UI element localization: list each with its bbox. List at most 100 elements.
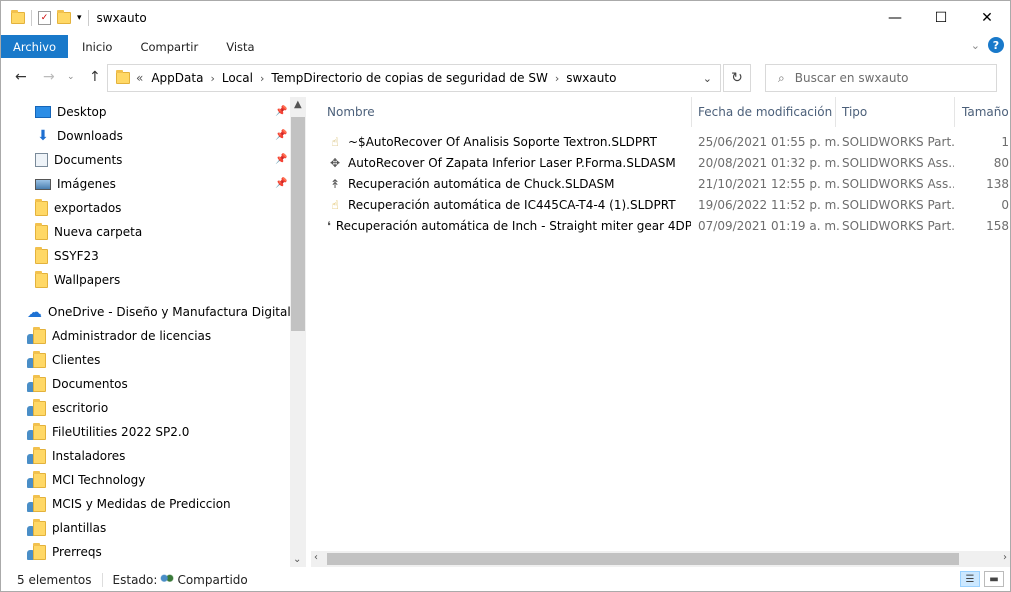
folder-icon bbox=[33, 542, 46, 560]
file-name: Recuperación automática de Chuck.SLDASM bbox=[348, 176, 615, 191]
file-name: ~$AutoRecover Of Analisis Soporte Textro… bbox=[348, 134, 657, 149]
sidebar-item-label: Documentos bbox=[52, 377, 128, 391]
sidebar-item-wallpapers[interactable]: Wallpapers bbox=[35, 268, 120, 292]
folder-icon bbox=[35, 222, 48, 240]
details-view-icon[interactable]: ☰ bbox=[960, 571, 980, 587]
file-row[interactable]: ☝ Recuperación automática de IC445CA-T4-4… bbox=[311, 194, 1010, 215]
maximize-button[interactable]: ☐ bbox=[918, 1, 964, 35]
search-input[interactable]: ⌕ Buscar en swxauto bbox=[765, 64, 997, 92]
breadcrumb-appdata[interactable]: AppData bbox=[151, 71, 203, 85]
forward-arrow-icon[interactable]: → bbox=[43, 69, 55, 85]
folder-icon bbox=[33, 446, 46, 464]
scroll-up-icon[interactable]: ▲ bbox=[294, 99, 302, 110]
sidebar-item-label: escritorio bbox=[52, 401, 109, 415]
file-row[interactable]: ☝ ~$AutoRecover Of Analisis Soporte Textr… bbox=[311, 131, 1010, 152]
sldprt-part-icon: ☝ bbox=[331, 134, 339, 149]
divider bbox=[31, 10, 32, 26]
properties-icon[interactable]: ✓ bbox=[38, 11, 51, 25]
chevron-right-icon[interactable]: › bbox=[210, 72, 214, 85]
file-row[interactable]: ↟ Recuperación automática de Chuck.SLDASM… bbox=[311, 173, 1010, 194]
pin-icon[interactable]: 📌 bbox=[275, 106, 287, 117]
folder-icon bbox=[33, 494, 46, 512]
status-label: Estado: bbox=[112, 573, 158, 587]
column-divider[interactable] bbox=[691, 97, 692, 127]
sidebar-item-onedrive-folder[interactable]: plantillas bbox=[27, 516, 106, 540]
file-row[interactable]: ❛ Recuperación automática de Inch - Strai… bbox=[311, 215, 1010, 236]
file-date: 21/10/2021 12:55 p. m. bbox=[698, 176, 840, 191]
breadcrumb-swxauto[interactable]: swxauto bbox=[566, 71, 616, 85]
sidebar-item-label: Clientes bbox=[52, 353, 101, 367]
horizontal-scrollbar[interactable]: ‹ › bbox=[311, 551, 1010, 567]
refresh-button[interactable]: ↻ bbox=[723, 64, 751, 92]
desktop-icon bbox=[35, 106, 51, 118]
sidebar-item-onedrive-folder[interactable]: MCI Technology bbox=[27, 468, 145, 492]
sidebar-item-onedrive[interactable]: ☁ OneDrive - Diseño y Manufactura Digita… bbox=[27, 300, 291, 324]
sidebar-item-label: Wallpapers bbox=[54, 273, 121, 287]
breadcrumb-local[interactable]: Local bbox=[222, 71, 253, 85]
item-count: 5 elementos bbox=[17, 573, 92, 587]
customize-toolbar-icon[interactable]: ▾ bbox=[77, 13, 82, 23]
tab-vista[interactable]: Vista bbox=[212, 35, 268, 58]
back-arrow-icon[interactable]: ← bbox=[15, 69, 27, 85]
sidebar-item-onedrive-folder[interactable]: Documentos bbox=[27, 372, 128, 396]
sidebar-item-downloads[interactable]: ⬇ Downloads bbox=[35, 124, 123, 148]
address-dropdown-icon[interactable]: ⌄ bbox=[703, 72, 712, 85]
address-bar[interactable]: « AppData › Local › TempDirectorio de co… bbox=[107, 64, 721, 92]
large-icons-view-icon[interactable]: ▬ bbox=[984, 571, 1004, 587]
tab-compartir[interactable]: Compartir bbox=[126, 35, 212, 58]
scrollbar-thumb[interactable] bbox=[291, 117, 305, 331]
sidebar-item-nueva-carpeta[interactable]: Nueva carpeta bbox=[35, 220, 142, 244]
column-header-size[interactable]: Tamaño bbox=[962, 97, 1010, 127]
help-icon[interactable]: ? bbox=[988, 37, 1004, 53]
breadcrumb-overflow[interactable]: « bbox=[136, 71, 143, 85]
up-arrow-icon[interactable]: ↑ bbox=[89, 69, 101, 85]
sidebar-item-onedrive-folder[interactable]: Clientes bbox=[27, 348, 100, 372]
column-divider[interactable] bbox=[835, 97, 836, 127]
status-bar: 5 elementos Estado: Compartido ☰ ▬ bbox=[1, 569, 1010, 591]
scroll-left-icon[interactable]: ‹ bbox=[314, 552, 318, 563]
file-date: 19/06/2022 11:52 p. m. bbox=[698, 197, 840, 212]
sidebar-item-exportados[interactable]: exportados bbox=[35, 196, 121, 220]
sidebar-item-documents[interactable]: Documents bbox=[35, 148, 122, 172]
explorer-window: ✓ ▾ swxauto — ☐ ✕ Archivo Inicio Compart… bbox=[0, 0, 1011, 592]
scrollbar-thumb[interactable] bbox=[327, 553, 959, 565]
sidebar-scrollbar[interactable]: ▲ ⌄ bbox=[290, 97, 306, 567]
sidebar-item-label: MCIS y Medidas de Prediccion bbox=[52, 497, 231, 511]
sidebar-item-onedrive-folder[interactable]: Prerreqs bbox=[27, 540, 102, 564]
tab-archivo[interactable]: Archivo bbox=[1, 35, 68, 58]
sidebar-item-label: FileUtilities 2022 SP2.0 bbox=[52, 425, 190, 439]
sidebar-item-onedrive-folder[interactable]: Administrador de licencias bbox=[27, 324, 211, 348]
quick-access-toolbar: ✓ ▾ bbox=[1, 10, 89, 26]
new-folder-icon[interactable] bbox=[57, 10, 71, 24]
close-button[interactable]: ✕ bbox=[964, 1, 1010, 35]
sidebar-item-onedrive-folder[interactable]: Instaladores bbox=[27, 444, 125, 468]
breadcrumb-tempdirectorio[interactable]: TempDirectorio de copias de seguridad de… bbox=[271, 71, 547, 85]
sidebar-item-label: plantillas bbox=[52, 521, 107, 535]
address-row: ← → ⌄ ↑ « AppData › Local › TempDirector… bbox=[1, 63, 1010, 93]
recent-locations-icon[interactable]: ⌄ bbox=[67, 72, 75, 82]
file-type: SOLIDWORKS Part... bbox=[842, 197, 954, 212]
scroll-right-icon[interactable]: › bbox=[1003, 552, 1007, 563]
chevron-right-icon[interactable]: › bbox=[260, 72, 264, 85]
column-divider[interactable] bbox=[954, 97, 955, 127]
sidebar-item-onedrive-folder[interactable]: FileUtilities 2022 SP2.0 bbox=[27, 420, 189, 444]
column-header-date[interactable]: Fecha de modificación bbox=[698, 97, 838, 127]
file-row[interactable]: ✥ AutoRecover Of Zapata Inferior Laser P.… bbox=[311, 152, 1010, 173]
expand-ribbon-icon[interactable]: ⌄ bbox=[971, 39, 980, 52]
sidebar-item-ssyf23[interactable]: SSYF23 bbox=[35, 244, 99, 268]
sidebar-item-imagenes[interactable]: Imágenes bbox=[35, 172, 116, 196]
sidebar-item-label: Instaladores bbox=[52, 449, 126, 463]
sidebar-item-desktop[interactable]: Desktop bbox=[35, 100, 107, 124]
sidebar-item-onedrive-folder[interactable]: escritorio bbox=[27, 396, 108, 420]
chevron-right-icon[interactable]: › bbox=[555, 72, 559, 85]
scroll-down-icon[interactable]: ⌄ bbox=[293, 554, 301, 565]
pin-icon[interactable]: 📌 bbox=[275, 154, 287, 165]
pin-icon[interactable]: 📌 bbox=[275, 130, 287, 141]
column-header-name[interactable]: Nombre bbox=[327, 97, 691, 127]
file-type: SOLIDWORKS Part... bbox=[842, 218, 954, 233]
minimize-button[interactable]: — bbox=[872, 1, 918, 35]
column-header-type[interactable]: Tipo bbox=[842, 97, 952, 127]
sidebar-item-onedrive-folder[interactable]: MCIS y Medidas de Prediccion bbox=[27, 492, 231, 516]
tab-inicio[interactable]: Inicio bbox=[68, 35, 126, 58]
pin-icon[interactable]: 📌 bbox=[275, 178, 287, 189]
